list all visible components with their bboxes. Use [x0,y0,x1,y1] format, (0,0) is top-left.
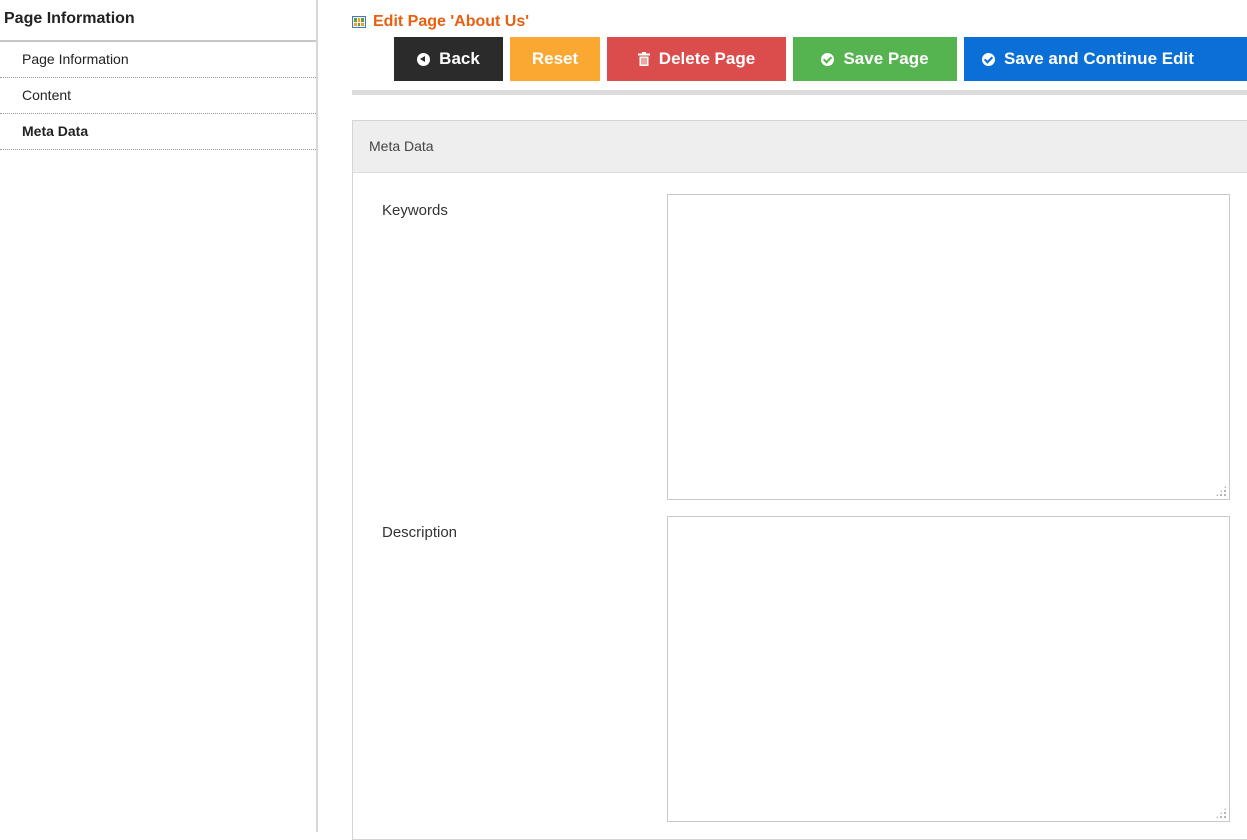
sidebar-item-content[interactable]: Content [0,78,316,114]
back-button-label: Back [439,49,480,68]
save-and-continue-button[interactable]: Save and Continue Edit [964,37,1247,81]
toolbar: Back Reset Delete Page Save Page Save an… [394,37,1247,81]
toolbar-divider [352,90,1247,95]
save-page-button[interactable]: Save Page [793,37,957,81]
reset-button-label: Reset [531,49,579,68]
table-icon [352,16,366,28]
reset-button[interactable]: Reset [510,37,600,81]
save-and-continue-button-label: Save and Continue Edit [1004,49,1194,68]
keywords-textarea[interactable] [667,194,1230,500]
description-label: Description [382,524,458,541]
delete-page-button[interactable]: Delete Page [607,37,786,81]
sidebar-item-page-information[interactable]: Page Information [0,42,316,78]
sidebar-title: Page Information [0,0,316,42]
page-title-text: Edit Page 'About Us' [373,13,530,30]
page-title: Edit Page 'About Us' [352,12,529,32]
main-content: Edit Page 'About Us' Back Reset Delete P… [352,0,1247,840]
check-circle-icon [982,52,995,66]
panel-title: Meta Data [353,121,1247,173]
meta-data-panel: Meta Data Keywords Description [352,120,1247,840]
back-button[interactable]: Back [394,37,503,81]
arrow-left-circle-icon [417,52,431,66]
trash-icon [637,52,650,66]
delete-page-button-label: Delete Page [658,49,756,68]
sidebar-nav: Page Information Content Meta Data [0,42,316,150]
keywords-label: Keywords [382,202,448,219]
save-page-button-label: Save Page [843,49,929,68]
description-textarea[interactable] [667,516,1230,822]
check-circle-icon [821,52,835,66]
sidebar: Page Information Page Information Conten… [0,0,318,832]
sidebar-item-meta-data[interactable]: Meta Data [0,114,316,150]
